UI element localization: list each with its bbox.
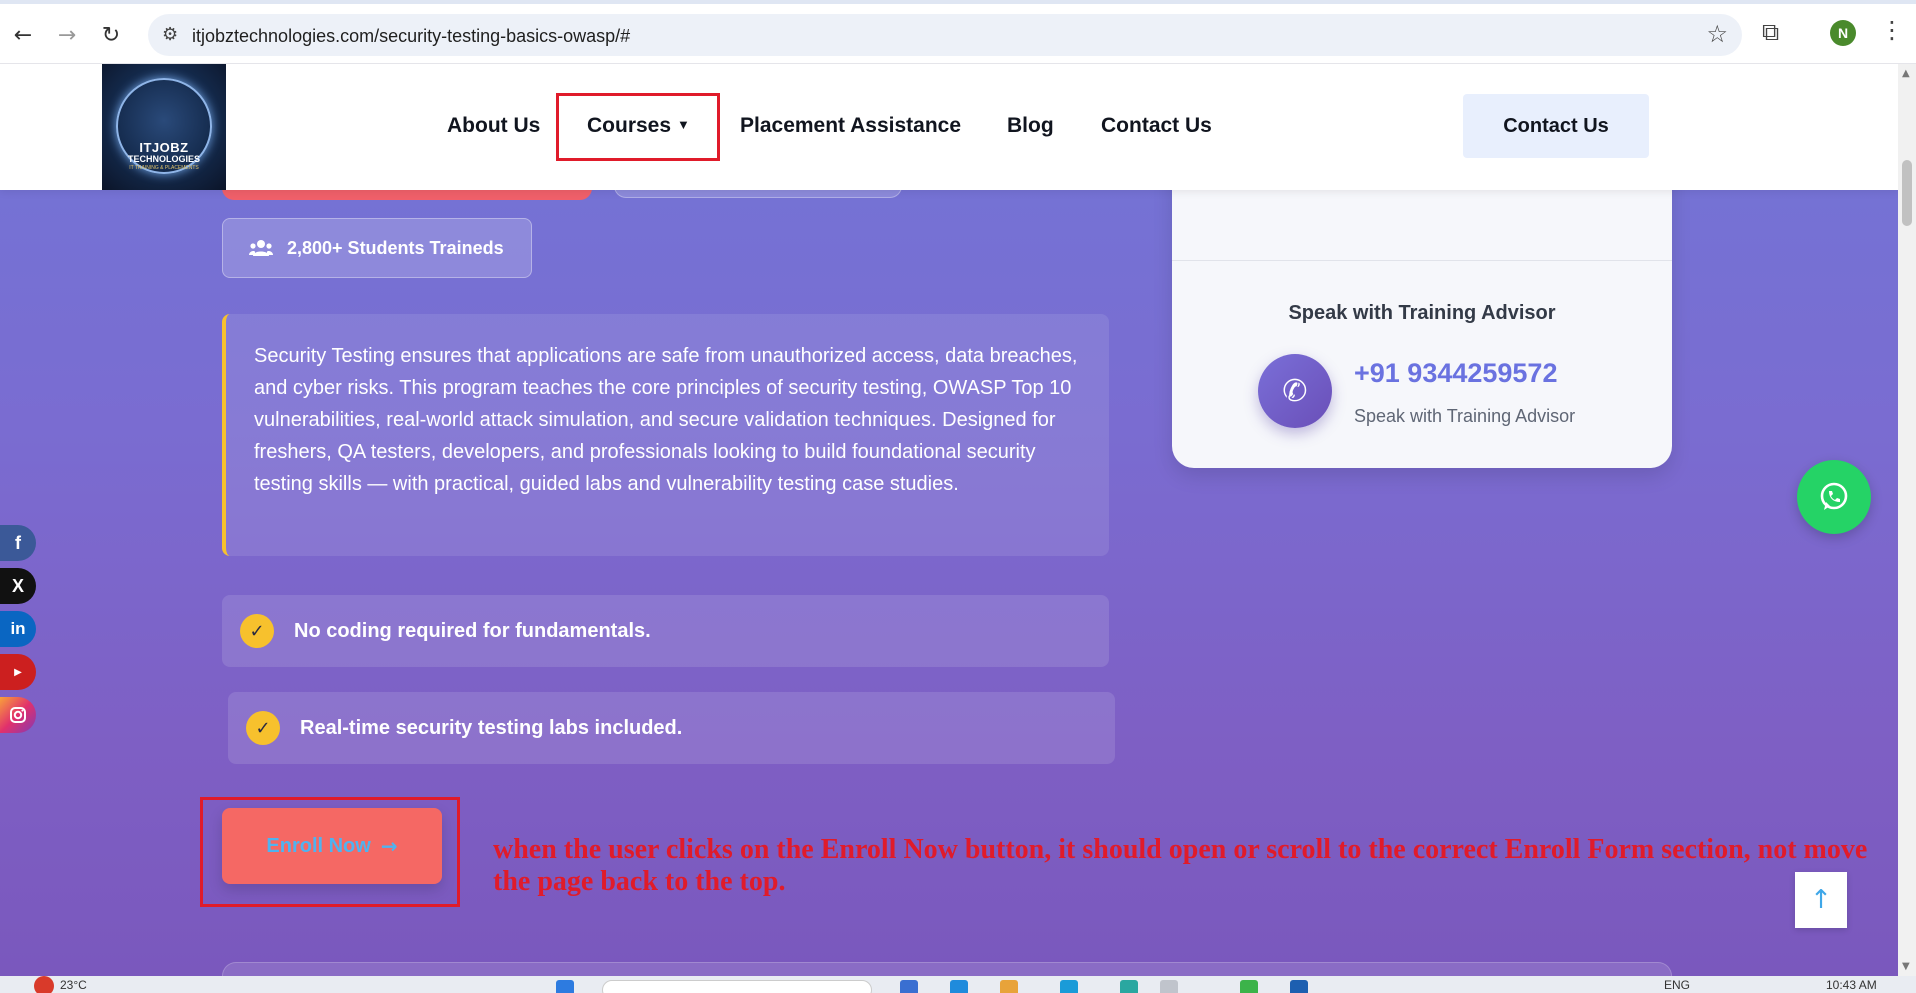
linkedin-icon[interactable]: in [0, 611, 36, 647]
taskbar-search[interactable] [602, 980, 872, 993]
users-icon [249, 240, 273, 256]
arrow-right-icon: → [380, 834, 398, 858]
phone-icon[interactable]: ✆ [1258, 354, 1332, 428]
extensions-icon[interactable]: ⧉ [1762, 18, 1779, 46]
taskbar-app-icon[interactable] [1160, 980, 1178, 993]
scroll-down-icon[interactable]: ▼ [1902, 961, 1910, 972]
taskbar-clock[interactable]: 10:43 AM [1826, 978, 1877, 992]
instagram-glyph [10, 707, 26, 723]
nav-contact-us[interactable]: Contact Us [1101, 114, 1212, 138]
taskbar-app-icon[interactable] [1240, 980, 1258, 993]
page-scrollbar[interactable]: ▲ ▼ [1898, 64, 1916, 976]
feature-item: ✓ Real-time security testing labs includ… [228, 692, 1115, 764]
taskbar-language[interactable]: ENG [1664, 978, 1690, 992]
nav-blog[interactable]: Blog [1007, 114, 1054, 138]
browser-toolbar: ← → ↻ ⚙ itjobztechnologies.com/security-… [0, 0, 1916, 64]
scroll-to-top-button[interactable]: ↑ [1795, 872, 1847, 928]
taskbar-app-icon[interactable] [1120, 980, 1138, 993]
whatsapp-button[interactable] [1797, 460, 1871, 534]
nav-courses[interactable]: Courses ▼ [587, 114, 690, 138]
logo-subtext: TECHNOLOGIES [127, 154, 200, 164]
logo-text: ITJOBZ [139, 140, 189, 155]
url-text[interactable]: itjobztechnologies.com/security-testing-… [192, 26, 630, 47]
bottom-info-card [222, 962, 1672, 976]
advisor-title: Speak with Training Advisor [1288, 302, 1556, 324]
back-icon[interactable]: ← [8, 20, 38, 50]
page-viewport: ITJOBZ TECHNOLOGIES IT TRAINING & PLACEM… [0, 64, 1898, 976]
check-icon: ✓ [240, 614, 274, 648]
site-logo[interactable]: ITJOBZ TECHNOLOGIES IT TRAINING & PLACEM… [102, 64, 226, 190]
youtube-icon[interactable]: ▶ [0, 654, 36, 690]
scroll-up-icon[interactable]: ▲ [1902, 68, 1910, 79]
site-header: ITJOBZ TECHNOLOGIES IT TRAINING & PLACEM… [0, 64, 1898, 190]
taskbar-temperature[interactable]: 23°C [60, 978, 87, 992]
instagram-icon[interactable] [0, 697, 36, 733]
enroll-now-button[interactable]: Enroll Now → [222, 808, 442, 884]
advisor-card: Speak with Training Advisor ✆ +91 934425… [1172, 154, 1672, 468]
address-bar[interactable]: ⚙ itjobztechnologies.com/security-testin… [148, 14, 1742, 56]
phone-number-link[interactable]: +91 9344259572 [1354, 358, 1557, 389]
nav-courses-label: Courses [587, 114, 672, 137]
logo-tagline: IT TRAINING & PLACEMENTS [129, 165, 199, 171]
taskbar-app-icon[interactable] [950, 980, 968, 993]
nav-about-us[interactable]: About Us [447, 114, 540, 138]
bookmark-star-icon[interactable]: ☆ [1706, 20, 1728, 48]
students-badge: 2,800+ Students Traineds [222, 218, 532, 278]
profile-avatar[interactable]: N [1830, 20, 1856, 46]
feature-item: ✓ No coding required for fundamentals. [222, 595, 1109, 667]
caret-down-icon: ▼ [677, 117, 690, 132]
enroll-now-label: Enroll Now [266, 834, 371, 857]
weather-icon[interactable] [34, 976, 54, 993]
whatsapp-icon [1820, 482, 1848, 510]
tab-strip [0, 0, 1916, 4]
feature-text: No coding required for fundamentals. [294, 619, 651, 642]
advisor-subtitle: Speak with Training Advisor [1354, 406, 1576, 426]
x-twitter-icon[interactable]: X [0, 568, 36, 604]
os-taskbar: 23°C ENG 10:43 AM [0, 976, 1916, 993]
reload-icon[interactable]: ↻ [96, 20, 126, 50]
forward-icon[interactable]: → [52, 20, 82, 50]
facebook-icon[interactable]: f [0, 525, 36, 561]
scroll-thumb[interactable] [1902, 160, 1912, 226]
taskbar-app-icon[interactable] [1000, 980, 1018, 993]
feature-text: Real-time security testing labs included… [300, 716, 683, 739]
students-badge-label: 2,800+ Students Traineds [287, 237, 504, 258]
header-contact-button[interactable]: Contact Us [1463, 94, 1649, 158]
taskbar-app-icon[interactable] [1290, 980, 1308, 993]
course-description: Security Testing ensures that applicatio… [222, 314, 1109, 556]
browser-menu-icon[interactable]: ⋮ [1880, 16, 1904, 44]
card-divider [1172, 260, 1672, 261]
start-icon[interactable] [556, 980, 574, 993]
taskbar-app-icon[interactable] [900, 980, 918, 993]
nav-placement-assistance[interactable]: Placement Assistance [740, 114, 961, 138]
bug-annotation: when the user clicks on the Enroll Now b… [493, 834, 1868, 897]
site-info-icon[interactable]: ⚙ [162, 24, 178, 45]
check-icon: ✓ [246, 711, 280, 745]
taskbar-app-icon[interactable] [1060, 980, 1078, 993]
